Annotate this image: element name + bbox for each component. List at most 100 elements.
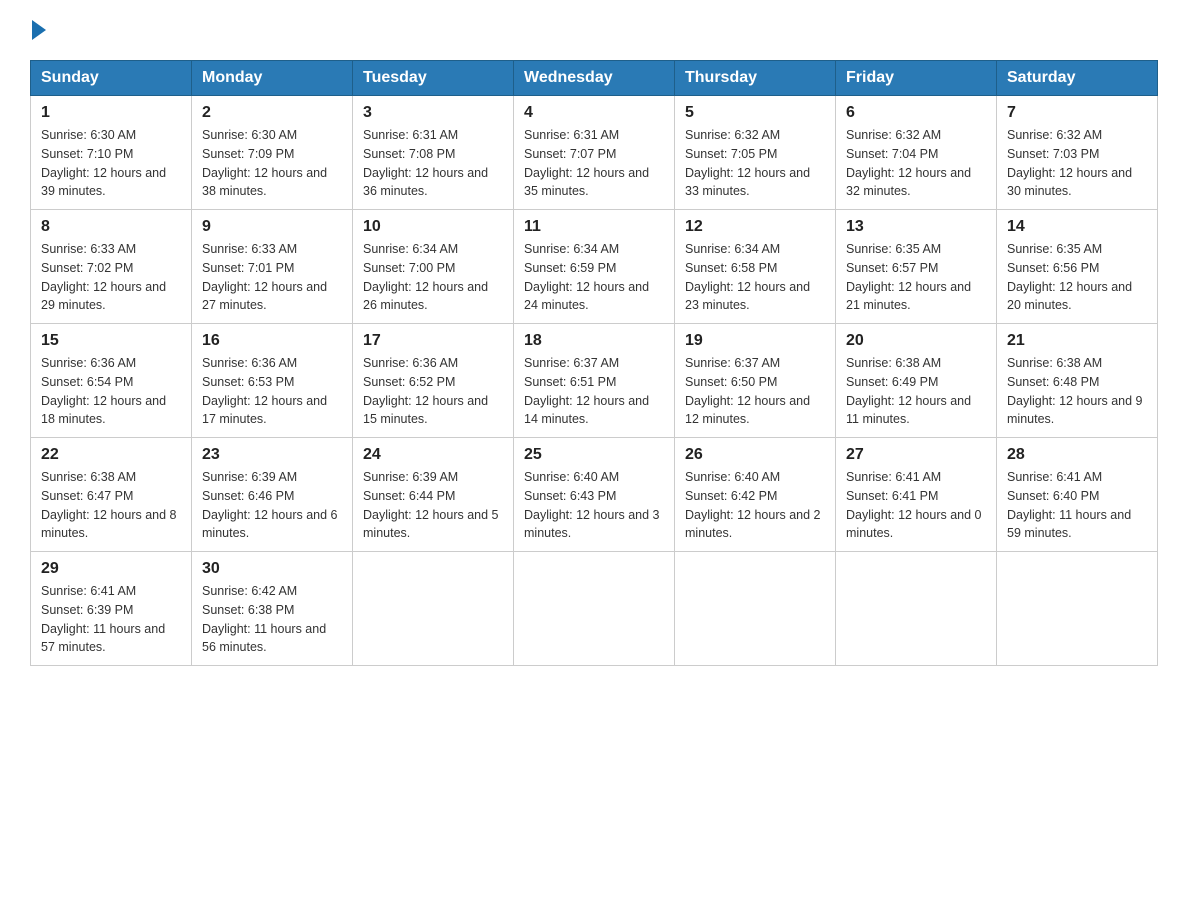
calendar-cell: 1 Sunrise: 6:30 AMSunset: 7:10 PMDayligh… bbox=[31, 96, 192, 210]
calendar-cell bbox=[836, 552, 997, 666]
day-info: Sunrise: 6:41 AMSunset: 6:40 PMDaylight:… bbox=[1007, 468, 1147, 543]
calendar-cell: 27 Sunrise: 6:41 AMSunset: 6:41 PMDaylig… bbox=[836, 438, 997, 552]
day-number: 24 bbox=[363, 446, 503, 464]
calendar-cell: 23 Sunrise: 6:39 AMSunset: 6:46 PMDaylig… bbox=[192, 438, 353, 552]
calendar-cell: 6 Sunrise: 6:32 AMSunset: 7:04 PMDayligh… bbox=[836, 96, 997, 210]
day-info: Sunrise: 6:34 AMSunset: 6:58 PMDaylight:… bbox=[685, 240, 825, 315]
calendar-cell: 5 Sunrise: 6:32 AMSunset: 7:05 PMDayligh… bbox=[675, 96, 836, 210]
calendar-cell: 8 Sunrise: 6:33 AMSunset: 7:02 PMDayligh… bbox=[31, 210, 192, 324]
day-info: Sunrise: 6:35 AMSunset: 6:56 PMDaylight:… bbox=[1007, 240, 1147, 315]
day-info: Sunrise: 6:39 AMSunset: 6:44 PMDaylight:… bbox=[363, 468, 503, 543]
day-info: Sunrise: 6:41 AMSunset: 6:39 PMDaylight:… bbox=[41, 582, 181, 657]
calendar-cell: 19 Sunrise: 6:37 AMSunset: 6:50 PMDaylig… bbox=[675, 324, 836, 438]
day-number: 19 bbox=[685, 332, 825, 350]
day-info: Sunrise: 6:32 AMSunset: 7:03 PMDaylight:… bbox=[1007, 126, 1147, 201]
day-number: 2 bbox=[202, 104, 342, 122]
day-number: 25 bbox=[524, 446, 664, 464]
day-number: 16 bbox=[202, 332, 342, 350]
logo-triangle-icon bbox=[32, 20, 46, 40]
calendar-cell bbox=[675, 552, 836, 666]
day-info: Sunrise: 6:34 AMSunset: 6:59 PMDaylight:… bbox=[524, 240, 664, 315]
day-info: Sunrise: 6:31 AMSunset: 7:07 PMDaylight:… bbox=[524, 126, 664, 201]
calendar-cell: 11 Sunrise: 6:34 AMSunset: 6:59 PMDaylig… bbox=[514, 210, 675, 324]
calendar-cell: 29 Sunrise: 6:41 AMSunset: 6:39 PMDaylig… bbox=[31, 552, 192, 666]
calendar-cell: 13 Sunrise: 6:35 AMSunset: 6:57 PMDaylig… bbox=[836, 210, 997, 324]
day-info: Sunrise: 6:30 AMSunset: 7:10 PMDaylight:… bbox=[41, 126, 181, 201]
day-info: Sunrise: 6:38 AMSunset: 6:47 PMDaylight:… bbox=[41, 468, 181, 543]
calendar-cell: 4 Sunrise: 6:31 AMSunset: 7:07 PMDayligh… bbox=[514, 96, 675, 210]
week-row-5: 29 Sunrise: 6:41 AMSunset: 6:39 PMDaylig… bbox=[31, 552, 1158, 666]
day-number: 10 bbox=[363, 218, 503, 236]
day-info: Sunrise: 6:41 AMSunset: 6:41 PMDaylight:… bbox=[846, 468, 986, 543]
calendar-cell: 3 Sunrise: 6:31 AMSunset: 7:08 PMDayligh… bbox=[353, 96, 514, 210]
calendar-cell: 25 Sunrise: 6:40 AMSunset: 6:43 PMDaylig… bbox=[514, 438, 675, 552]
calendar-cell: 7 Sunrise: 6:32 AMSunset: 7:03 PMDayligh… bbox=[997, 96, 1158, 210]
week-row-3: 15 Sunrise: 6:36 AMSunset: 6:54 PMDaylig… bbox=[31, 324, 1158, 438]
day-number: 3 bbox=[363, 104, 503, 122]
day-number: 21 bbox=[1007, 332, 1147, 350]
header-day-thursday: Thursday bbox=[675, 61, 836, 96]
calendar-cell: 10 Sunrise: 6:34 AMSunset: 7:00 PMDaylig… bbox=[353, 210, 514, 324]
calendar-cell: 15 Sunrise: 6:36 AMSunset: 6:54 PMDaylig… bbox=[31, 324, 192, 438]
header-day-saturday: Saturday bbox=[997, 61, 1158, 96]
day-info: Sunrise: 6:33 AMSunset: 7:02 PMDaylight:… bbox=[41, 240, 181, 315]
day-number: 17 bbox=[363, 332, 503, 350]
day-number: 1 bbox=[41, 104, 181, 122]
day-info: Sunrise: 6:36 AMSunset: 6:53 PMDaylight:… bbox=[202, 354, 342, 429]
day-info: Sunrise: 6:30 AMSunset: 7:09 PMDaylight:… bbox=[202, 126, 342, 201]
header-row: SundayMondayTuesdayWednesdayThursdayFrid… bbox=[31, 61, 1158, 96]
day-number: 15 bbox=[41, 332, 181, 350]
day-info: Sunrise: 6:32 AMSunset: 7:04 PMDaylight:… bbox=[846, 126, 986, 201]
calendar-table: SundayMondayTuesdayWednesdayThursdayFrid… bbox=[30, 60, 1158, 666]
day-info: Sunrise: 6:36 AMSunset: 6:52 PMDaylight:… bbox=[363, 354, 503, 429]
header-day-sunday: Sunday bbox=[31, 61, 192, 96]
calendar-cell bbox=[997, 552, 1158, 666]
day-info: Sunrise: 6:36 AMSunset: 6:54 PMDaylight:… bbox=[41, 354, 181, 429]
header-day-monday: Monday bbox=[192, 61, 353, 96]
day-info: Sunrise: 6:38 AMSunset: 6:48 PMDaylight:… bbox=[1007, 354, 1147, 429]
calendar-cell: 18 Sunrise: 6:37 AMSunset: 6:51 PMDaylig… bbox=[514, 324, 675, 438]
calendar-cell: 16 Sunrise: 6:36 AMSunset: 6:53 PMDaylig… bbox=[192, 324, 353, 438]
calendar-cell: 2 Sunrise: 6:30 AMSunset: 7:09 PMDayligh… bbox=[192, 96, 353, 210]
day-info: Sunrise: 6:42 AMSunset: 6:38 PMDaylight:… bbox=[202, 582, 342, 657]
day-number: 4 bbox=[524, 104, 664, 122]
week-row-4: 22 Sunrise: 6:38 AMSunset: 6:47 PMDaylig… bbox=[31, 438, 1158, 552]
calendar-cell: 12 Sunrise: 6:34 AMSunset: 6:58 PMDaylig… bbox=[675, 210, 836, 324]
day-info: Sunrise: 6:33 AMSunset: 7:01 PMDaylight:… bbox=[202, 240, 342, 315]
day-number: 28 bbox=[1007, 446, 1147, 464]
day-number: 14 bbox=[1007, 218, 1147, 236]
day-number: 27 bbox=[846, 446, 986, 464]
week-row-2: 8 Sunrise: 6:33 AMSunset: 7:02 PMDayligh… bbox=[31, 210, 1158, 324]
day-number: 29 bbox=[41, 560, 181, 578]
day-number: 30 bbox=[202, 560, 342, 578]
calendar-cell bbox=[353, 552, 514, 666]
day-number: 5 bbox=[685, 104, 825, 122]
day-number: 9 bbox=[202, 218, 342, 236]
day-number: 22 bbox=[41, 446, 181, 464]
day-info: Sunrise: 6:35 AMSunset: 6:57 PMDaylight:… bbox=[846, 240, 986, 315]
day-number: 23 bbox=[202, 446, 342, 464]
calendar-cell: 24 Sunrise: 6:39 AMSunset: 6:44 PMDaylig… bbox=[353, 438, 514, 552]
calendar-cell: 14 Sunrise: 6:35 AMSunset: 6:56 PMDaylig… bbox=[997, 210, 1158, 324]
day-number: 20 bbox=[846, 332, 986, 350]
day-info: Sunrise: 6:38 AMSunset: 6:49 PMDaylight:… bbox=[846, 354, 986, 429]
day-info: Sunrise: 6:40 AMSunset: 6:42 PMDaylight:… bbox=[685, 468, 825, 543]
calendar-cell: 28 Sunrise: 6:41 AMSunset: 6:40 PMDaylig… bbox=[997, 438, 1158, 552]
header-day-wednesday: Wednesday bbox=[514, 61, 675, 96]
day-info: Sunrise: 6:32 AMSunset: 7:05 PMDaylight:… bbox=[685, 126, 825, 201]
day-number: 12 bbox=[685, 218, 825, 236]
day-info: Sunrise: 6:37 AMSunset: 6:51 PMDaylight:… bbox=[524, 354, 664, 429]
day-info: Sunrise: 6:40 AMSunset: 6:43 PMDaylight:… bbox=[524, 468, 664, 543]
day-number: 7 bbox=[1007, 104, 1147, 122]
calendar-cell: 26 Sunrise: 6:40 AMSunset: 6:42 PMDaylig… bbox=[675, 438, 836, 552]
calendar-cell: 17 Sunrise: 6:36 AMSunset: 6:52 PMDaylig… bbox=[353, 324, 514, 438]
day-info: Sunrise: 6:34 AMSunset: 7:00 PMDaylight:… bbox=[363, 240, 503, 315]
day-info: Sunrise: 6:31 AMSunset: 7:08 PMDaylight:… bbox=[363, 126, 503, 201]
day-number: 18 bbox=[524, 332, 664, 350]
day-number: 26 bbox=[685, 446, 825, 464]
calendar-cell: 21 Sunrise: 6:38 AMSunset: 6:48 PMDaylig… bbox=[997, 324, 1158, 438]
week-row-1: 1 Sunrise: 6:30 AMSunset: 7:10 PMDayligh… bbox=[31, 96, 1158, 210]
logo bbox=[30, 20, 46, 40]
day-info: Sunrise: 6:39 AMSunset: 6:46 PMDaylight:… bbox=[202, 468, 342, 543]
day-number: 6 bbox=[846, 104, 986, 122]
